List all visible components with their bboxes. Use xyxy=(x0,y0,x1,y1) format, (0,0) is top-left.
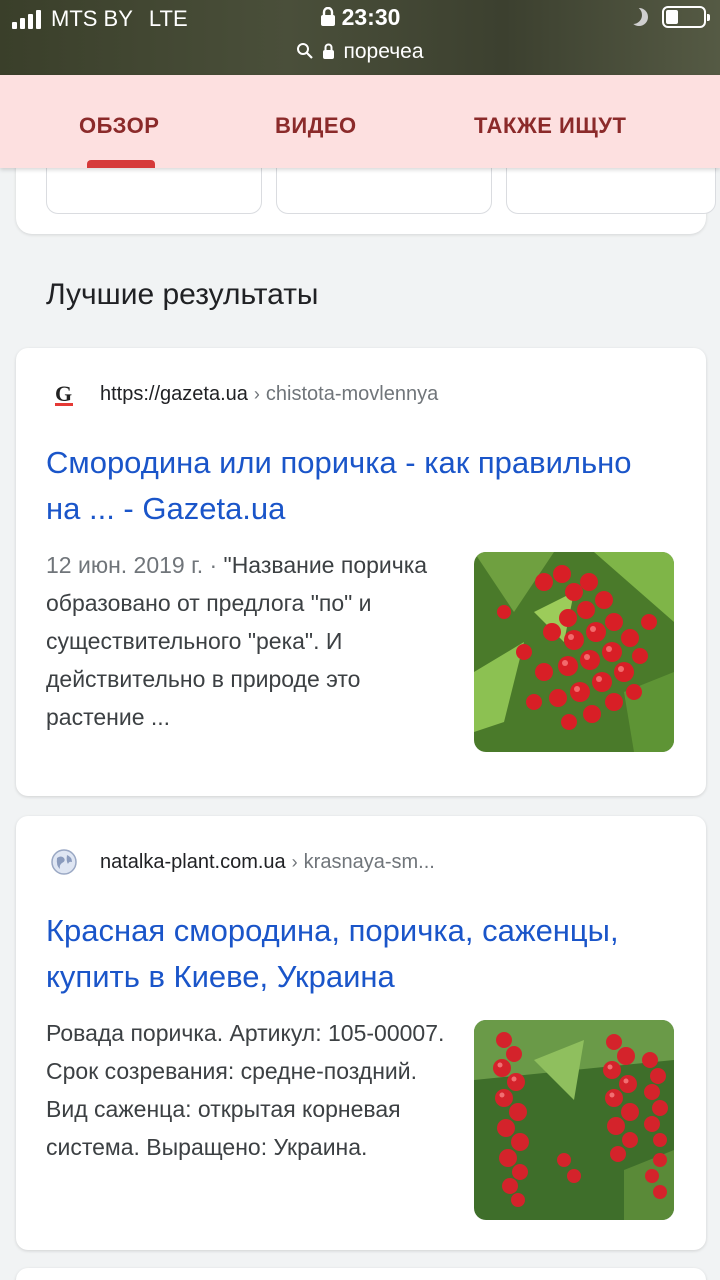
clock: 23:30 xyxy=(0,4,720,31)
result-title-link[interactable]: Красная смородина, поричка, саженцы, куп… xyxy=(46,908,666,1000)
lock-icon xyxy=(323,43,335,59)
status-bar: MTS BY LTE 23:30 поречеа xyxy=(0,0,720,75)
result-title-link[interactable]: Смородина или поричка - как правильно на… xyxy=(46,440,666,532)
tab-overview[interactable]: ОБЗОР xyxy=(79,113,159,139)
result-path: chistota-movlennya xyxy=(265,382,439,405)
battery-icon xyxy=(662,6,710,28)
result-snippet-text: "Название поричка образовано от предлога… xyxy=(46,552,428,730)
search-icon xyxy=(297,43,314,59)
breadcrumb-separator: › xyxy=(253,383,260,404)
result-snippet: 12 июн. 2019 г. · "Название поричка обра… xyxy=(46,546,456,736)
search-result: natalka-plant.com.ua › krasnaya-sm... Кр… xyxy=(16,816,706,1250)
result-site-row[interactable]: G https://gazeta.ua › chistota-movlennya xyxy=(50,380,438,408)
carousel-item[interactable] xyxy=(506,160,716,214)
carousel-item[interactable] xyxy=(46,160,262,214)
tab-video[interactable]: ВИДЕО xyxy=(275,113,357,139)
result-date: 12 июн. 2019 г. · xyxy=(46,552,224,578)
result-path: krasnaya-sm... xyxy=(303,850,435,873)
search-result-partial xyxy=(16,1268,706,1280)
active-tab-indicator xyxy=(87,160,155,168)
status-right xyxy=(630,6,710,28)
svg-text:G: G xyxy=(55,381,72,406)
gazeta-favicon: G xyxy=(50,380,78,408)
result-snippet: Ровада поричка. Артикул: 105-00007. Срок… xyxy=(46,1014,456,1166)
search-tabs: ОБЗОР ВИДЕО ТАКЖЕ ИЩУТ xyxy=(0,75,720,168)
globe-icon xyxy=(50,848,78,876)
carousel-item[interactable] xyxy=(276,160,492,214)
result-snippet-text: Ровада поричка. Артикул: 105-00007. Срок… xyxy=(46,1020,445,1160)
lock-icon xyxy=(320,6,335,26)
result-domain: natalka-plant.com.ua xyxy=(100,850,286,873)
result-thumbnail[interactable] xyxy=(474,552,674,752)
url-text: поречеа xyxy=(343,40,424,63)
do-not-disturb-icon xyxy=(630,8,648,26)
search-result: G https://gazeta.ua › chistota-movlennya… xyxy=(16,348,706,796)
time-label: 23:30 xyxy=(341,4,401,30)
address-bar[interactable]: поречеа xyxy=(0,40,720,64)
breadcrumb-separator: › xyxy=(291,851,298,872)
tab-also-searched[interactable]: ТАКЖЕ ИЩУТ xyxy=(474,113,626,139)
result-domain: https://gazeta.ua xyxy=(100,382,248,405)
result-thumbnail[interactable] xyxy=(474,1020,674,1220)
result-site-row[interactable]: natalka-plant.com.ua › krasnaya-sm... xyxy=(50,848,435,876)
section-title: Лучшие результаты xyxy=(46,278,319,311)
